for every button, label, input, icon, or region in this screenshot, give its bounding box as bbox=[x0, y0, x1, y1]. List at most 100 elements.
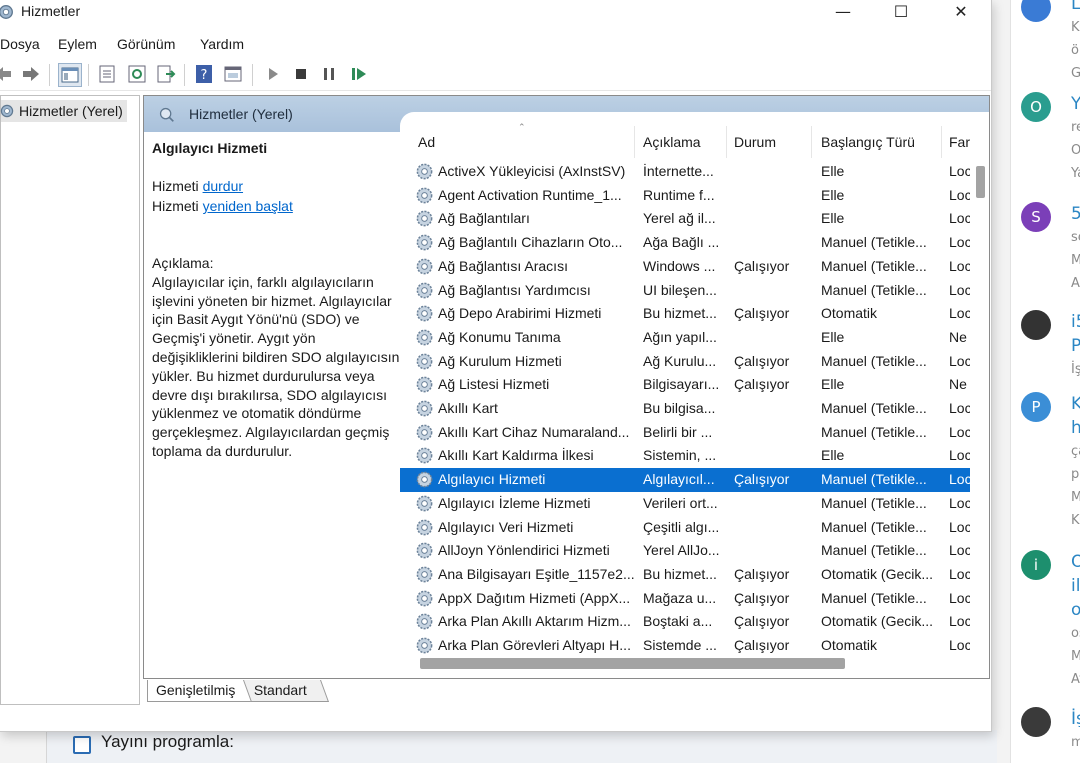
stop-service-icon[interactable] bbox=[290, 63, 312, 85]
service-row[interactable]: AllJoyn Yönlendirici Hizmeti Yerel AllJo.… bbox=[400, 539, 970, 563]
restart-service-link[interactable]: yeniden başlat bbox=[203, 198, 293, 214]
service-status: Çalışıyor bbox=[734, 565, 790, 582]
service-row[interactable]: ActiveX Yükleyicisi (AxInstSV) İnternette… bbox=[400, 160, 970, 184]
service-row[interactable]: Ağ Bağlantısı Yardımcısı UI bileşen... Man… bbox=[400, 279, 970, 303]
restart-action-line: Hizmeti yeniden başlat bbox=[152, 198, 293, 214]
service-status: Çalışıyor bbox=[734, 305, 790, 322]
feed-item-line: ile bbox=[1071, 576, 1080, 596]
close-button[interactable]: ✕ bbox=[932, 0, 990, 26]
service-name: Algılayıcı Veri Hizmeti bbox=[438, 518, 574, 535]
maximize-button[interactable]: ☐ bbox=[872, 0, 930, 26]
service-logon: Loc bbox=[949, 542, 970, 559]
feed-item-title[interactable]: i5- bbox=[1071, 310, 1080, 334]
service-logon: Loc bbox=[949, 518, 970, 535]
service-logon: Loc bbox=[949, 186, 970, 203]
service-logon: Loc bbox=[949, 234, 970, 251]
service-gear-icon bbox=[416, 329, 433, 346]
feed-item-title[interactable]: Lin bbox=[1071, 0, 1080, 16]
feed-item-title[interactable]: 50 bbox=[1071, 202, 1080, 226]
service-name: Ağ Bağlantısı Aracısı bbox=[438, 257, 568, 274]
service-status: Çalışıyor bbox=[734, 613, 790, 630]
service-row[interactable]: Akıllı Kart Kaldırma İlkesi Sistemin, ...… bbox=[400, 444, 970, 468]
tab-standard[interactable]: Standart bbox=[242, 680, 330, 702]
restart-service-icon[interactable] bbox=[348, 63, 370, 85]
service-row[interactable]: Arka Plan Akıllı Aktarım Hizm... Boştaki … bbox=[400, 610, 970, 634]
feed-item-line: Pau bbox=[1071, 336, 1080, 356]
service-row[interactable]: Ağ Bağlantıları Yerel ağ il... Elle Loc bbox=[400, 207, 970, 231]
refresh-icon[interactable] bbox=[126, 63, 148, 85]
feed-item-line: Ayg bbox=[1071, 672, 1080, 687]
vertical-scroll-thumb[interactable] bbox=[976, 166, 985, 198]
stop-service-link[interactable]: durdur bbox=[203, 178, 243, 194]
service-logon: Loc bbox=[949, 163, 970, 179]
service-logon: Loc bbox=[949, 471, 970, 488]
service-description: Açıklama: Algılayıcılar için, farklı algı… bbox=[152, 255, 404, 459]
service-name: Akıllı Kart Cihaz Numaraland... bbox=[438, 423, 630, 440]
pause-service-icon[interactable] bbox=[318, 63, 340, 85]
horizontal-scrollbar[interactable] bbox=[400, 654, 974, 670]
schedule-checkbox[interactable] bbox=[73, 736, 91, 754]
minimize-button[interactable]: — bbox=[814, 0, 872, 26]
title-bar[interactable]: Hizmetler — ☐ ✕ bbox=[0, 0, 991, 26]
stop-action-line: Hizmeti durdur bbox=[152, 178, 243, 194]
service-startup-type: Elle bbox=[821, 186, 845, 203]
back-arrow-icon[interactable] bbox=[0, 63, 14, 85]
menu-bar: Dosya Eylem Görünüm Yardım bbox=[0, 33, 991, 57]
service-row[interactable]: Ağ Depo Arabirimi Hizmeti Bu hizmet... Çal… bbox=[400, 302, 970, 326]
menu-eylem[interactable]: Eylem bbox=[58, 36, 97, 52]
feed-item-text: Oy ile olu osi Mo Ayg bbox=[1071, 550, 1080, 691]
show-hide-console-tree-icon[interactable] bbox=[58, 63, 82, 87]
menu-yardim[interactable]: Yardım bbox=[200, 36, 244, 52]
service-status: Çalışıyor bbox=[734, 352, 790, 369]
service-description-cell: Mağaza u... bbox=[643, 589, 717, 606]
services-list: ⌃ Ad Açıklama Durum Başlangıç Türü Far A… bbox=[400, 112, 989, 678]
service-row[interactable]: Ağ Bağlantılı Cihazların Oto... Ağa Bağlı… bbox=[400, 231, 970, 255]
column-header-name[interactable]: Ad bbox=[418, 134, 435, 150]
column-header-startup-type[interactable]: Başlangıç Türü bbox=[821, 134, 915, 150]
feed-item-title[interactable]: Ku bbox=[1071, 392, 1080, 416]
service-gear-icon bbox=[416, 590, 433, 606]
menu-dosya[interactable]: Dosya bbox=[0, 36, 40, 52]
vertical-scrollbar[interactable] bbox=[974, 160, 989, 678]
feed-item-line: see bbox=[1071, 230, 1080, 245]
column-header-logon[interactable]: Far bbox=[949, 134, 970, 150]
help-icon[interactable]: ? bbox=[193, 63, 215, 85]
service-row[interactable]: Agent Activation Runtime_1... Runtime f..… bbox=[400, 184, 970, 208]
service-gear-icon bbox=[416, 187, 433, 204]
column-header-status[interactable]: Durum bbox=[734, 134, 776, 150]
avatar bbox=[1021, 310, 1051, 340]
horizontal-scroll-thumb[interactable] bbox=[420, 658, 845, 669]
menu-gorunum[interactable]: Görünüm bbox=[117, 36, 175, 52]
tab-extended[interactable]: Genişletilmiş bbox=[147, 680, 257, 702]
services-gear-icon bbox=[0, 104, 14, 118]
properties-icon[interactable] bbox=[96, 63, 118, 85]
feed-item-title[interactable]: Oy bbox=[1071, 550, 1080, 574]
service-row[interactable]: Algılayıcı İzleme Hizmeti Verileri ort...… bbox=[400, 492, 970, 516]
service-name: Ağ Konumu Tanıma bbox=[438, 328, 561, 345]
svg-text:?: ? bbox=[201, 68, 208, 83]
service-logon: Loc bbox=[949, 565, 970, 582]
feed-item-line: İşle bbox=[1071, 362, 1080, 377]
tree-item-services-local[interactable]: Hizmetler (Yerel) bbox=[0, 100, 127, 122]
forward-arrow-icon[interactable] bbox=[20, 63, 42, 85]
service-status: Çalışıyor bbox=[734, 257, 790, 274]
service-row[interactable]: Ana Bilgisayarı Eşitle_1157e2... Bu hizme… bbox=[400, 563, 970, 587]
service-row[interactable]: Algılayıcı Hizmeti Algılayıcıl... Çalışıyo… bbox=[400, 468, 970, 492]
service-row[interactable]: Ağ Bağlantısı Aracısı Windows ... Çalışıyo… bbox=[400, 255, 970, 279]
feed-item-title[interactable]: Yap bbox=[1071, 92, 1080, 116]
service-row[interactable]: Akıllı Kart Bu bilgisa... Manuel (Tetikle.… bbox=[400, 397, 970, 421]
service-row[interactable]: Ağ Listesi Hizmeti Bilgisayarı... Çalışıyo… bbox=[400, 373, 970, 397]
service-description-cell: Çeşitli algı... bbox=[643, 518, 720, 535]
column-header-description[interactable]: Açıklama bbox=[643, 134, 701, 150]
feed-item-title[interactable]: İşle bbox=[1071, 707, 1080, 731]
service-row[interactable]: Akıllı Kart Cihaz Numaraland... Belirli b… bbox=[400, 421, 970, 445]
services-pane: Hizmetler (Yerel) Algılayıcı Hizmeti Hiz… bbox=[143, 95, 990, 679]
console-view-icon[interactable] bbox=[222, 63, 244, 85]
service-description-cell: Ağın yapıl... bbox=[643, 328, 717, 345]
start-service-icon[interactable] bbox=[262, 63, 284, 85]
service-row[interactable]: Ağ Kurulum Hizmeti Ağ Kurulu... Çalışıyor M… bbox=[400, 350, 970, 374]
service-row[interactable]: AppX Dağıtım Hizmeti (AppX... Mağaza u...… bbox=[400, 587, 970, 611]
service-row[interactable]: Ağ Konumu Tanıma Ağın yapıl... Elle Ne bbox=[400, 326, 970, 350]
export-list-icon[interactable] bbox=[155, 63, 177, 85]
service-row[interactable]: Algılayıcı Veri Hizmeti Çeşitli algı... Ma… bbox=[400, 516, 970, 540]
